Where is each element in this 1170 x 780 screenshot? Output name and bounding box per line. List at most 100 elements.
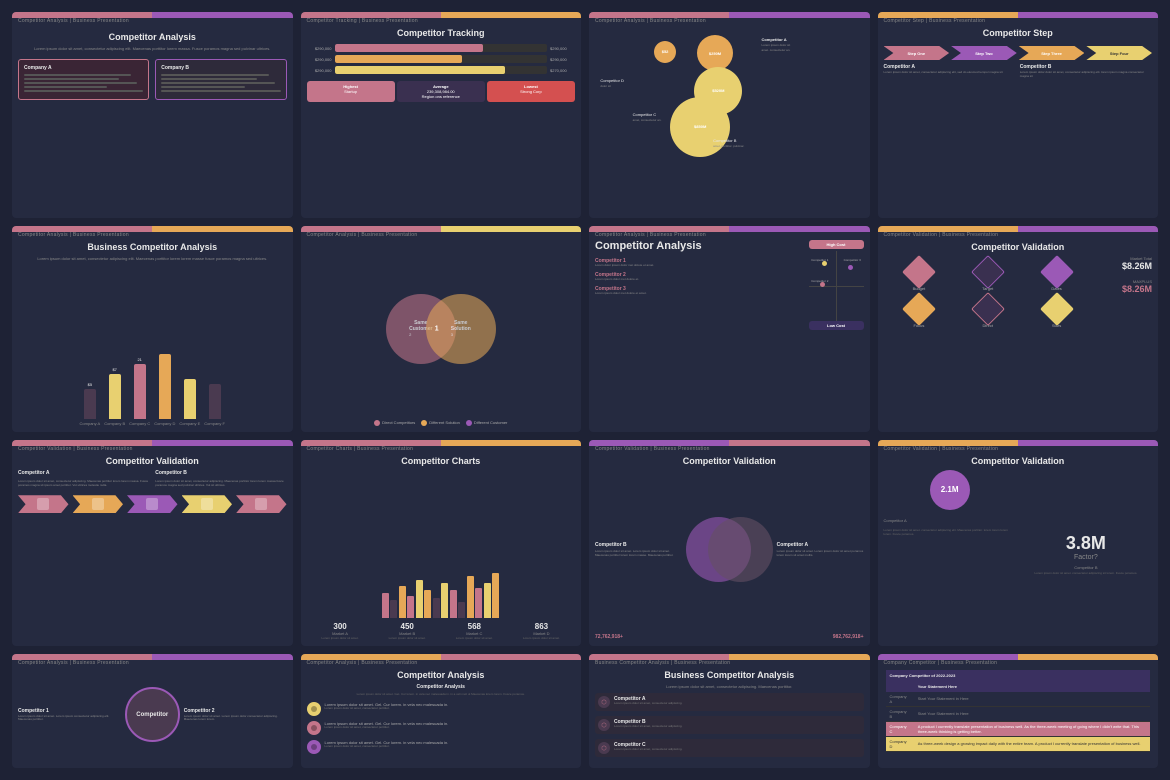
s9-icon-1 bbox=[37, 498, 49, 510]
slide-subtitle-1: Lorem ipsum dolor sit amet, consectetur … bbox=[34, 46, 270, 51]
slide-competitor-validation-12: Competitor Validation | Business Present… bbox=[878, 440, 1159, 646]
s9-col-b: Competitor B Lorem ipsum dolor sit amet,… bbox=[155, 470, 286, 487]
v-label-6: Company F bbox=[204, 421, 225, 426]
th-company bbox=[886, 681, 914, 692]
step-3: Step Three bbox=[1019, 46, 1085, 60]
s4-comp-a-text: Lorem ipsum dolor sit amet, consectetur … bbox=[884, 71, 1016, 75]
slide-content-16: Company Competitor of 2022-2023 Your Sta… bbox=[878, 660, 1159, 768]
s14-icon-1 bbox=[307, 702, 321, 716]
line-4 bbox=[24, 86, 107, 88]
s11-val-2: 982,762,918+ bbox=[833, 634, 864, 640]
s10-bar-2a bbox=[399, 586, 406, 618]
legend-text-customer: Different Customer bbox=[474, 420, 508, 425]
table-body: Company A Start Your Statement in Here C… bbox=[886, 692, 1151, 752]
slide-bubble-chart: Competitor Analysis | Business Presentat… bbox=[589, 12, 870, 218]
s14-item-1: Lorem ipsum dolor sit amet. Gel. Cur lor… bbox=[307, 702, 576, 716]
s10-stat-sub-1: Lorem ipsum dolor sit amet. bbox=[322, 636, 359, 640]
v-label-4: Company D bbox=[154, 421, 175, 426]
s11-comp-a-text: Lorem ipsum dolor sit amet. Lorem ipsum … bbox=[595, 550, 682, 558]
legend-dot-direct bbox=[374, 420, 380, 426]
s12-comp-b-name: Competitor B bbox=[1074, 565, 1097, 570]
bar-label-1: $290,000 bbox=[307, 46, 332, 51]
s14-item-2: Lorem ipsum dolor sit amet. Gel. Cur lor… bbox=[307, 721, 576, 735]
s11-right bbox=[686, 517, 773, 582]
diamond-item-1: Budget bbox=[888, 260, 951, 291]
table-header-row: Company Competitor of 2022-2023 bbox=[886, 670, 1151, 681]
v-bar-2 bbox=[109, 374, 121, 419]
s15-body-2: Lorem ipsum dolor sit amet, consectetur … bbox=[614, 725, 682, 729]
bar-group-4 bbox=[433, 583, 448, 618]
s13-comp2-name: Competitor 2 bbox=[184, 708, 287, 714]
slide-subtitle-15: Lorem ipsum dolor sit amet, consectetur … bbox=[666, 684, 792, 689]
s8-main-val: $8.26M bbox=[1092, 261, 1152, 271]
slide-competitor-step: Competitor Step | Business Presentation … bbox=[878, 12, 1159, 218]
s11-left: Competitor B Lorem ipsum dolor sit amet.… bbox=[595, 542, 682, 558]
slide-title-12: Competitor Validation bbox=[971, 456, 1064, 466]
slide-content-7: Competitor Analysis Competitor 1 Lorem d… bbox=[589, 232, 870, 432]
bar-row-1: $290,000 $290,000 bbox=[307, 44, 576, 52]
slide-title-10: Competitor Charts bbox=[401, 456, 480, 466]
v-bar-6 bbox=[209, 384, 221, 419]
s12-comp-b-text: Lorem ipsum dolor sit amet. consectetur … bbox=[1034, 572, 1137, 576]
stat-average-sub: Region ons reference bbox=[400, 94, 482, 99]
s14-text-2: Lorem ipsum dolor sit amet. Gel. Cur lor… bbox=[325, 721, 576, 730]
line-10 bbox=[161, 90, 280, 92]
slide-competitor-validation-8: Competitor Validation | Business Present… bbox=[878, 226, 1159, 432]
s11-layout: Competitor B Lorem ipsum dolor sit amet.… bbox=[595, 470, 864, 630]
legend-dot-solution bbox=[421, 420, 427, 426]
line-7 bbox=[161, 78, 256, 80]
line-8 bbox=[161, 82, 274, 84]
s10-stat-4: 863 Market D Lorem ipsum dolor sit amet. bbox=[523, 622, 560, 640]
slide-content-2: Competitor Tracking $290,000 $290,000 $2… bbox=[301, 18, 582, 218]
grid-dot-3 bbox=[848, 265, 853, 270]
s10-stat-sub-3: Lorem ipsum dolor sit amet. bbox=[456, 636, 493, 640]
s4-comp-a: Competitor A Lorem ipsum dolor sit amet,… bbox=[884, 64, 1016, 79]
s7-left: Competitor Analysis Competitor 1 Lorem d… bbox=[595, 240, 805, 426]
td-statement-a: Start Your Statement in Here bbox=[914, 692, 1150, 707]
stat-average: Average 239,308,984.00 Region ons refere… bbox=[397, 81, 485, 102]
bar-fill-yellow-3 bbox=[335, 66, 505, 74]
bar-group-6 bbox=[467, 576, 482, 618]
s14-text-body-2: Lorem ipsum dolor sit amet, consectetur … bbox=[325, 726, 576, 730]
s12-left: 2.1M Competitor A Lorem ipsum dolor sit … bbox=[884, 470, 1016, 640]
bar-track-2 bbox=[335, 55, 548, 63]
s10-stat-val-2: 450 bbox=[389, 622, 426, 631]
s14-text-body-1: Lorem ipsum dolor sit amet, consectetur … bbox=[325, 707, 576, 711]
bubble-850m-label: $850M bbox=[694, 124, 706, 129]
s10-stat-sub-4: Lorem ipsum dolor sit amet. bbox=[523, 636, 560, 640]
slide-content-13: Competitor 1 Lorem ipsum dolor sit amet.… bbox=[12, 660, 293, 768]
bar-val-2: $290,000 bbox=[550, 57, 575, 62]
s7-comp-2-text: Lorem ipsum dolor met dolore et. bbox=[595, 278, 805, 282]
table-row-c: Company C A product I currently translat… bbox=[886, 721, 1151, 736]
slide-competitor-analysis-14: Competitor Analysis | Business Presentat… bbox=[301, 654, 582, 768]
slide-title-5: Business Competitor Analysis bbox=[87, 242, 217, 252]
stat-lowest-val: Strong Corp bbox=[490, 89, 572, 94]
s10-bar-5b bbox=[458, 602, 465, 618]
step-1: Step One bbox=[884, 46, 950, 60]
s10-stat-val-4: 863 bbox=[523, 622, 560, 631]
s8-main: Budget Target Dates Focus bbox=[884, 256, 1153, 426]
slides-grid: Competitor Analysis | Business Presentat… bbox=[0, 0, 1170, 780]
s16-table: Company Competitor of 2022-2023 Your Sta… bbox=[886, 670, 1151, 752]
s15-icon-inner-1: ⬡ bbox=[601, 699, 606, 706]
legend-solution: Different Solution bbox=[421, 420, 460, 426]
s15-item-3: ⬡ Competitor C Lorem ipsum dolor sit ame… bbox=[595, 739, 864, 757]
s7-comp-1: Competitor 1 Lorem dolor ipsum dolor met… bbox=[595, 258, 805, 268]
bar-val-1: $290,000 bbox=[550, 46, 575, 51]
slide-content-15: Business Competitor Analysis Lorem ipsum… bbox=[589, 660, 870, 768]
stat-lowest: Lowest Strong Corp bbox=[487, 81, 575, 102]
s11-val-1: 72,762,918+ bbox=[595, 634, 623, 640]
slide-competitor-circle: Competitor Analysis | Business Presentat… bbox=[12, 654, 293, 768]
slide-competitor-tracking: Competitor Tracking | Business Presentat… bbox=[301, 12, 582, 218]
slide-title-8: Competitor Validation bbox=[971, 242, 1064, 252]
s13-center-label: Competitor bbox=[136, 712, 168, 718]
s12-factor: Factor? bbox=[1074, 554, 1098, 561]
slide-competitor-charts: Competitor Charts | Business Presentatio… bbox=[301, 440, 582, 646]
td-company-a: Company A bbox=[886, 692, 914, 707]
slide-content-14: Competitor Analysis Competitor Analysis … bbox=[301, 660, 582, 768]
s8-sub-container: MAXPLUS $8.26M bbox=[1092, 279, 1152, 294]
s9-arrows bbox=[18, 495, 287, 513]
diamond-4 bbox=[902, 292, 936, 326]
bar-fill-pink-1 bbox=[335, 44, 484, 52]
slide-title-1: Competitor Analysis bbox=[109, 32, 196, 42]
